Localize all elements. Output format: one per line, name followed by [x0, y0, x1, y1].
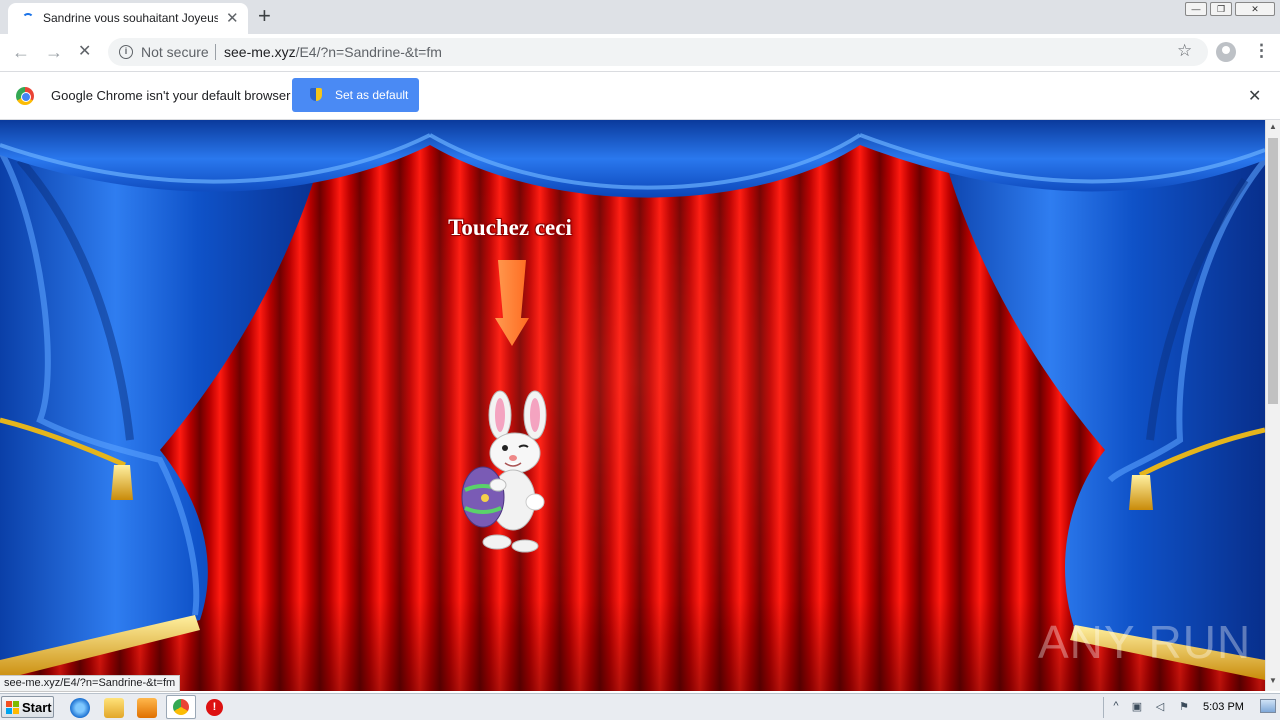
security-label[interactable]: Not secure — [141, 44, 209, 60]
right-curtain — [935, 120, 1265, 665]
browser-toolbar: ← → ✕ i Not secure see-me.xyz/E4/?n=Sand… — [0, 34, 1280, 72]
omnibox-divider — [215, 44, 216, 60]
down-arrow-icon — [495, 260, 529, 346]
show-hidden-icons-icon[interactable]: ^ — [1109, 700, 1123, 714]
taskbar-chrome-button[interactable] — [166, 695, 196, 719]
touch-here-text: Touchez ceci — [448, 215, 572, 240]
network-icon[interactable]: ▣ — [1130, 700, 1144, 714]
infobar-message: Google Chrome isn't your default browser — [51, 88, 291, 103]
infobar-close-icon[interactable]: ✕ — [1248, 86, 1261, 106]
tab-title: Sandrine vous souhaitant Joyeuses P — [43, 11, 218, 25]
show-desktop-button[interactable] — [1260, 699, 1276, 713]
default-browser-infobar: Google Chrome isn't your default browser… — [0, 72, 1280, 120]
stop-loading-button[interactable]: ✕ — [78, 42, 91, 62]
tab-close-icon[interactable]: ✕ — [226, 9, 239, 27]
url-host: see-me.xyz — [224, 44, 296, 60]
set-as-default-button[interactable]: Set as default — [292, 78, 419, 112]
vertical-scrollbar[interactable]: ▲ ▼ — [1265, 120, 1280, 691]
set-as-default-label: Set as default — [335, 88, 409, 102]
right-tassel — [1129, 475, 1153, 510]
windows-taskbar: Start ! ^ ▣ ◁ ⚑ 5:03 PM — [0, 693, 1280, 720]
theater-curtains — [0, 120, 1265, 680]
link-status-bubble: see-me.xyz/E4/?n=Sandrine-&t=fm — [0, 675, 181, 692]
tray-divider — [1103, 697, 1104, 718]
taskbar-clock[interactable]: 5:03 PM — [1203, 701, 1244, 713]
internet-explorer-icon[interactable] — [70, 698, 90, 718]
new-tab-button[interactable]: + — [258, 4, 271, 28]
media-player-icon[interactable] — [137, 698, 157, 718]
easter-bunny-image[interactable] — [455, 390, 565, 560]
opera-icon[interactable]: ! — [206, 699, 223, 716]
url-text[interactable]: see-me.xyz/E4/?n=Sandrine-&t=fm — [224, 44, 442, 60]
forward-button[interactable]: → — [45, 42, 63, 62]
anyrun-watermark: ANY RUN — [1038, 616, 1252, 668]
scroll-thumb[interactable] — [1268, 138, 1278, 404]
chrome-logo-icon — [16, 87, 34, 105]
page-content[interactable]: Touchez ceci ANY RUN — [0, 120, 1265, 691]
window-close-button[interactable]: ✕ — [1235, 2, 1275, 16]
scroll-up-icon[interactable]: ▲ — [1269, 122, 1277, 131]
volume-icon[interactable]: ◁ — [1153, 700, 1167, 714]
profile-avatar-icon[interactable] — [1216, 42, 1236, 62]
chrome-icon — [173, 699, 189, 715]
uac-shield-icon — [310, 88, 322, 101]
url-path: /E4/?n=Sandrine-&t=fm — [295, 44, 442, 60]
start-button[interactable]: Start — [1, 696, 54, 718]
scroll-down-icon[interactable]: ▼ — [1269, 676, 1277, 685]
file-explorer-icon[interactable] — [104, 698, 124, 718]
address-bar[interactable]: i Not secure see-me.xyz/E4/?n=Sandrine-&… — [108, 38, 1208, 66]
bookmark-star-icon[interactable]: ☆ — [1177, 41, 1192, 61]
kebab-menu-icon[interactable]: ⋮ — [1253, 41, 1270, 61]
browser-tab[interactable]: Sandrine vous souhaitant Joyeuses P ✕ — [8, 3, 248, 34]
start-label: Start — [22, 700, 52, 715]
info-icon[interactable]: i — [119, 45, 133, 59]
minimize-button[interactable]: — — [1185, 2, 1207, 16]
loading-spinner-icon — [22, 13, 34, 25]
action-center-flag-icon[interactable]: ⚑ — [1177, 700, 1191, 714]
maximize-button[interactable]: ❐ — [1210, 2, 1232, 16]
back-button[interactable]: ← — [12, 42, 30, 62]
windows-logo-icon — [6, 701, 19, 714]
left-tassel — [111, 465, 133, 500]
tab-strip: Sandrine vous souhaitant Joyeuses P ✕ + … — [0, 0, 1280, 34]
